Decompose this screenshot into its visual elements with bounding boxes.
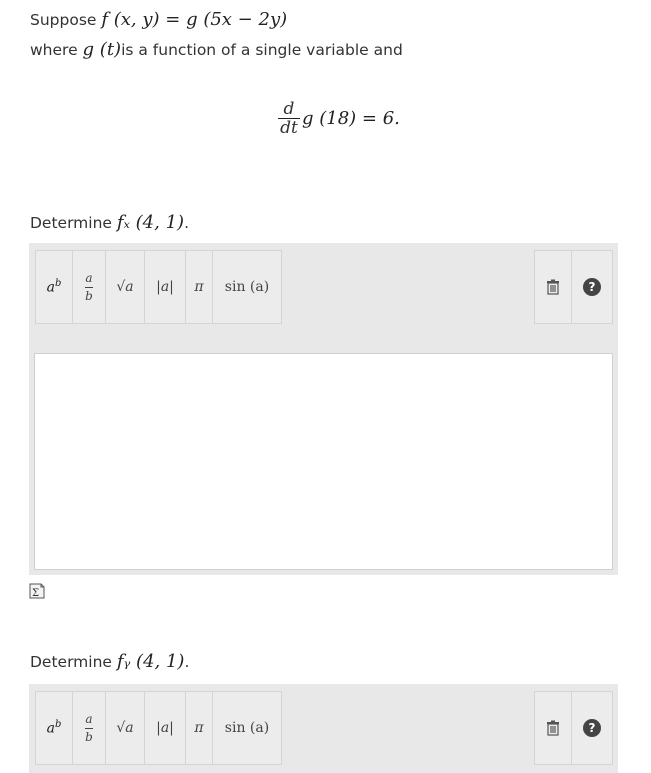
math-toolbar-2: ab ab √a |a| π sin (a) [35, 691, 282, 765]
derivative-condition: d dt g (18) = 6. [278, 100, 400, 137]
power-icon: ab [46, 719, 62, 737]
math-toolbar: ab ab √a |a| π sin (a) [35, 250, 282, 324]
clear-button-2[interactable] [534, 691, 572, 765]
question-fy: Determine fᵧ (4, 1). [30, 651, 189, 672]
derivative-value: g (18) = 6. [302, 108, 400, 129]
pi-icon: π [194, 279, 204, 295]
problem-line-2-suffix: is a function of a single variable and [121, 41, 403, 59]
power-button[interactable]: ab [35, 250, 73, 324]
help-button-2[interactable]: ? [571, 691, 613, 765]
power-icon: ab [46, 278, 62, 296]
pi-icon: π [194, 720, 204, 736]
pi-button[interactable]: π [185, 250, 213, 324]
help-icon: ? [583, 278, 601, 296]
answer-editor-fy: ab ab √a |a| π sin (a) ? [29, 684, 618, 773]
question-fx-period: . [184, 214, 189, 232]
problem-line-1-prefix: Suppose [30, 11, 97, 29]
problem-line-2: where g (t)is a function of a single var… [30, 39, 403, 60]
abs-icon: |a| [156, 720, 174, 736]
sqrt-button[interactable]: √a [105, 250, 145, 324]
fraction-button[interactable]: ab [72, 250, 106, 324]
question-fy-period: . [184, 653, 190, 671]
help-button[interactable]: ? [571, 250, 613, 324]
pi-button-2[interactable]: π [185, 691, 213, 765]
trash-icon [547, 720, 559, 736]
question-fy-prefix: Determine [30, 653, 112, 671]
question-fx-prefix: Determine [30, 214, 112, 232]
sin-icon: sin (a) [224, 720, 270, 736]
problem-line-2-prefix: where [30, 41, 78, 59]
answer-input-fx[interactable] [34, 353, 613, 570]
abs-icon: |a| [156, 279, 174, 295]
g-of-t: g (t) [82, 39, 122, 60]
sqrt-button-2[interactable]: √a [105, 691, 145, 765]
derivative-operator: d dt [278, 100, 300, 137]
fraction-icon: ab [85, 270, 93, 303]
derivative-denominator: dt [280, 118, 298, 138]
sqrt-icon: √a [116, 279, 134, 295]
derivative-numerator: d [283, 99, 295, 119]
question-fy-math: fᵧ (4, 1) [116, 651, 185, 672]
fraction-button-2[interactable]: ab [72, 691, 106, 765]
editor-right-tools: ? [534, 250, 613, 324]
question-fx-math: fₓ (4, 1) [116, 212, 185, 233]
problem-line-1: Suppose f (x, y) = g (5x − 2y) [30, 9, 287, 30]
sin-button[interactable]: sin (a) [212, 250, 282, 324]
trash-icon [547, 279, 559, 295]
fraction-icon: ab [85, 711, 93, 744]
editor-right-tools-2: ? [534, 691, 613, 765]
question-fx: Determine fₓ (4, 1). [30, 212, 189, 233]
abs-button[interactable]: |a| [144, 250, 186, 324]
sqrt-icon: √a [116, 720, 134, 736]
svg-text:Σ: Σ [32, 588, 39, 599]
clear-button[interactable] [534, 250, 572, 324]
power-button-2[interactable]: ab [35, 691, 73, 765]
sin-button-2[interactable]: sin (a) [212, 691, 282, 765]
sin-icon: sin (a) [224, 279, 270, 295]
abs-button-2[interactable]: |a| [144, 691, 186, 765]
sigma-icon[interactable]: Σ [28, 582, 46, 600]
answer-editor-fx: ab ab √a |a| π sin (a) ? [29, 243, 618, 575]
help-icon: ? [583, 719, 601, 737]
function-definition: f (x, y) = g (5x − 2y) [101, 9, 288, 30]
